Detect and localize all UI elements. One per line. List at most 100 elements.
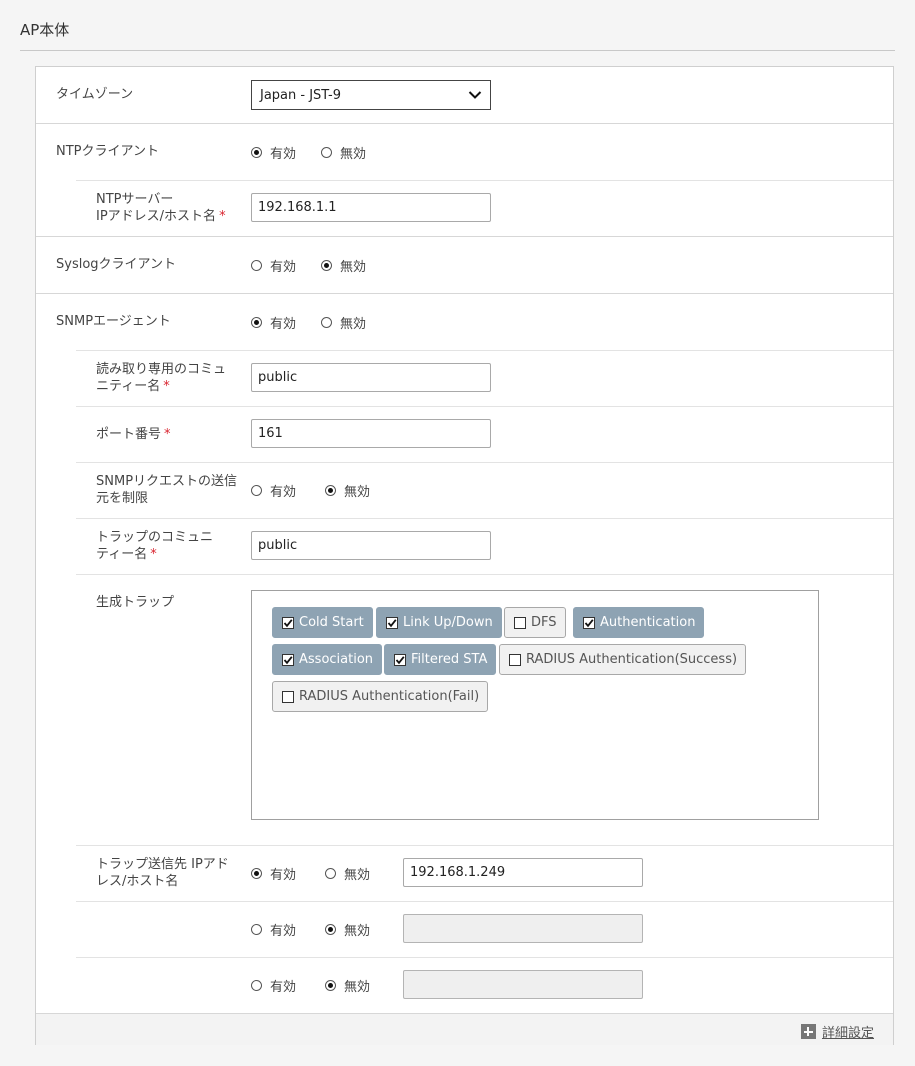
checkbox-checked-icon [386, 616, 398, 629]
trap-destination-label-line1: トラップ送信先 IPアド [96, 857, 229, 872]
syslog-client-enable-radio[interactable]: 有効 [251, 256, 296, 275]
radio-label: 有効 [270, 146, 297, 162]
radio-unselected-icon [251, 484, 262, 496]
port-label: ポート番号 * [96, 426, 171, 443]
ro-community-label-line2: ニティー名 [96, 379, 161, 394]
trap-chip-filtered-sta[interactable]: Filtered STA [384, 644, 497, 675]
snmp-restrict-disable-radio[interactable]: 無効 [325, 481, 370, 500]
radio-unselected-icon [251, 259, 262, 271]
trap-community-input[interactable]: public [251, 531, 491, 560]
trap-destination-3-disable-radio[interactable]: 無効 [325, 976, 370, 995]
radio-label: 無効 [340, 146, 367, 162]
timezone-select[interactable]: Japan - JST-9 [251, 80, 491, 110]
ro-community-label-line1: 読み取り専用のコミュ [96, 362, 227, 377]
snmp-agent-label: SNMPエージェント [56, 314, 171, 329]
trap-destination-1-disable-radio[interactable]: 無効 [325, 864, 370, 883]
ntp-client-radio-group: 有効 無効 [251, 142, 366, 162]
ntp-server-input[interactable]: 192.168.1.1 [251, 193, 491, 222]
trap-chip-label: Association [299, 652, 374, 667]
radio-selected-icon [251, 867, 262, 879]
required-mark: * [164, 427, 171, 442]
radio-label: 無効 [340, 259, 367, 275]
trap-community-label-line2: ティー名 [96, 547, 148, 562]
checkbox-unchecked-icon [509, 653, 521, 666]
radio-label: 有効 [270, 923, 297, 939]
radio-selected-icon [251, 316, 262, 328]
snmp-restrict-label-line2: 元を制限 [96, 491, 149, 506]
ntp-client-disable-radio[interactable]: 無効 [321, 143, 366, 162]
required-mark: * [150, 547, 157, 562]
radio-label: 無効 [344, 979, 371, 995]
radio-unselected-icon [325, 867, 337, 879]
trap-chip-association[interactable]: Association [272, 644, 383, 675]
trap-destination-2-input[interactable] [403, 914, 643, 943]
radio-label: 無効 [344, 923, 371, 939]
generated-traps-box: Cold Start Link Up/Down DFS Authenticati… [251, 590, 819, 820]
snmp-restrict-label: SNMPリクエストの送信 元を制限 [96, 473, 237, 507]
radio-selected-icon [321, 259, 333, 271]
ntp-client-label: NTPクライアント [56, 144, 159, 159]
trap-destination-2-enable-radio[interactable]: 有効 [251, 920, 296, 939]
radio-unselected-icon [251, 979, 262, 991]
advanced-settings-label: 詳細設定 [821, 1026, 874, 1041]
trap-chip-label: Authentication [600, 615, 696, 630]
syslog-client-radio-group: 有効 無効 [251, 255, 366, 275]
radio-selected-icon [325, 979, 337, 991]
trap-chip-label: RADIUS Authentication(Success) [526, 652, 738, 667]
row-divider [76, 518, 893, 519]
settings-panel: タイムゾーン Japan - JST-9 NTPクライアント 有効 無効 NTP… [35, 66, 894, 1045]
trap-destination-1-radio-group: 有効 無効 [251, 863, 370, 883]
radio-selected-icon [325, 484, 337, 496]
ntp-server-label-line2: IPアドレス/ホスト名 [96, 209, 217, 224]
snmp-restrict-enable-radio[interactable]: 有効 [251, 481, 296, 500]
snmp-agent-disable-radio[interactable]: 無効 [321, 313, 366, 332]
syslog-client-disable-radio[interactable]: 無効 [321, 256, 366, 275]
trap-chip-link-up-down[interactable]: Link Up/Down [376, 607, 502, 638]
row-divider [76, 462, 893, 463]
ntp-client-enable-radio[interactable]: 有効 [251, 143, 296, 162]
trap-chip-cold-start[interactable]: Cold Start [272, 607, 373, 638]
trap-destination-1-input[interactable]: 192.168.1.249 [403, 858, 643, 887]
trap-destination-2-radio-group: 有効 無効 [251, 919, 370, 939]
trap-destination-1-enable-radio[interactable]: 有効 [251, 864, 296, 883]
radio-label: 有効 [270, 316, 297, 332]
trap-chip-label: RADIUS Authentication(Fail) [299, 689, 480, 704]
trap-chip-dfs[interactable]: DFS [504, 607, 566, 638]
radio-label: 有効 [270, 484, 297, 500]
radio-unselected-icon [321, 146, 333, 158]
port-input[interactable]: 161 [251, 419, 491, 448]
radio-label: 無効 [344, 484, 371, 500]
required-mark: * [219, 209, 226, 224]
trap-chip-label: Filtered STA [411, 652, 488, 667]
row-divider [76, 406, 893, 407]
syslog-client-label: Syslogクライアント [56, 257, 177, 272]
trap-destination-3-enable-radio[interactable]: 有効 [251, 976, 296, 995]
generated-traps-label: 生成トラップ [96, 595, 175, 610]
radio-label: 無効 [344, 867, 371, 883]
trap-destination-3-radio-group: 有効 無効 [251, 975, 370, 995]
trap-chip-authentication[interactable]: Authentication [573, 607, 705, 638]
trap-chip-radius-auth-fail[interactable]: RADIUS Authentication(Fail) [272, 681, 489, 712]
row-divider [76, 957, 893, 958]
row-divider [76, 180, 893, 181]
row-divider [36, 293, 893, 294]
trap-community-label: トラップのコミュニ ティー名 * [96, 529, 213, 563]
chevron-down-icon [468, 91, 482, 99]
radio-label: 有効 [270, 979, 297, 995]
checkbox-checked-icon [583, 616, 595, 629]
trap-chip-label: DFS [531, 615, 557, 630]
row-divider [36, 236, 893, 237]
ro-community-input[interactable]: public [251, 363, 491, 392]
trap-chip-radius-auth-success[interactable]: RADIUS Authentication(Success) [499, 644, 747, 675]
trap-destination-2-disable-radio[interactable]: 無効 [325, 920, 370, 939]
advanced-settings-link[interactable]: 詳細設定 [800, 1022, 874, 1041]
row-divider [76, 845, 893, 846]
section-divider [20, 50, 895, 51]
radio-label: 有効 [270, 867, 297, 883]
trap-destination-3-input[interactable] [403, 970, 643, 999]
ntp-server-label-line1: NTPサーバー [96, 192, 174, 207]
radio-selected-icon [251, 146, 262, 158]
snmp-agent-enable-radio[interactable]: 有効 [251, 313, 296, 332]
radio-selected-icon [325, 923, 337, 935]
row-divider [76, 901, 893, 902]
